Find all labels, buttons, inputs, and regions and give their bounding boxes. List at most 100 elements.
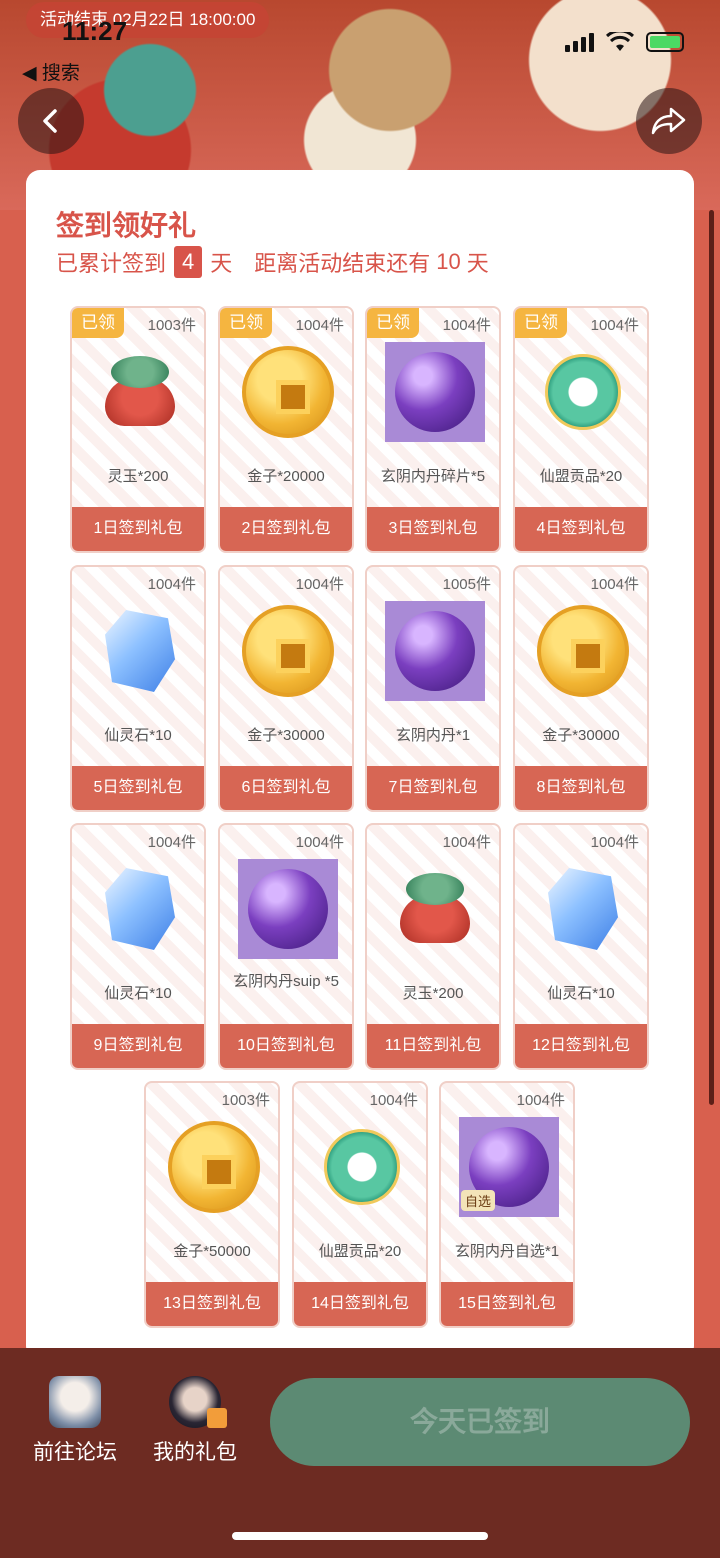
gift-day-label: 9日签到礼包 <box>72 1024 204 1068</box>
claimed-badge: 已领 <box>367 308 419 338</box>
gift-day-label: 14日签到礼包 <box>294 1282 426 1326</box>
gift-stock: 1004件 <box>590 834 639 851</box>
orb-select-icon: 自选 <box>459 1117 559 1217</box>
gift-name: 金子*50000 <box>173 1243 251 1260</box>
gift-stock: 1003件 <box>221 1092 270 1109</box>
my-gifts-button[interactable]: 我的礼包 <box>140 1376 250 1466</box>
gift-card[interactable]: 1004件自选玄阴内丹自选*1 15日签到礼包 <box>439 1081 575 1328</box>
back-button[interactable] <box>18 88 84 154</box>
jade-icon <box>533 342 633 442</box>
gift-stock: 1004件 <box>516 1092 565 1109</box>
gift-stock: 1004件 <box>590 576 639 593</box>
gift-card[interactable]: 已领 1004件玄阴内丹碎片*5 3日签到礼包 <box>365 306 501 553</box>
gift-day-label: 3日签到礼包 <box>367 507 499 551</box>
gift-stock: 1005件 <box>442 576 491 593</box>
gift-card[interactable]: 1005件玄阴内丹*1 7日签到礼包 <box>365 565 501 812</box>
forum-label: 前往论坛 <box>33 1441 117 1464</box>
sign-in-card: 签到领好礼 已累计签到 4 天 距离活动结束还有 10 天 已领 1003件 灵玉*… <box>26 170 694 1360</box>
gift-stock: 1004件 <box>295 834 344 851</box>
bag-icon <box>90 342 190 442</box>
bag-icon <box>385 859 485 959</box>
gift-card[interactable]: 1004件 仙灵石*10 5日签到礼包 <box>70 565 206 812</box>
share-arrow-icon <box>651 107 686 135</box>
gift-card[interactable]: 1004件玄阴内丹suip *5 10日签到礼包 <box>218 823 354 1070</box>
gift-day-label: 4日签到礼包 <box>515 507 647 551</box>
gift-card[interactable]: 已领 1003件 灵玉*200 1日签到礼包 <box>70 306 206 553</box>
gift-day-label: 15日签到礼包 <box>441 1282 573 1326</box>
signed-days-count: 4 <box>174 246 203 278</box>
remaining-days: 10 <box>436 249 461 274</box>
gift-day-label: 13日签到礼包 <box>146 1282 278 1326</box>
gift-stock: 1004件 <box>295 576 344 593</box>
gift-name: 金子*30000 <box>247 727 325 744</box>
gift-stock: 1004件 <box>590 317 639 334</box>
gift-card[interactable]: 已领 1004件仙盟贡品*20 4日签到礼包 <box>513 306 649 553</box>
bottom-bar: 前往论坛 我的礼包 今天已签到 <box>0 1348 720 1558</box>
gift-name: 玄阴内丹自选*1 <box>454 1243 560 1260</box>
gift-day-label: 12日签到礼包 <box>515 1024 647 1068</box>
gift-stock: 1004件 <box>295 317 344 334</box>
coin-icon <box>164 1117 264 1217</box>
status-time: 11:27 <box>62 16 128 46</box>
gift-name: 仙盟贡品*20 <box>539 468 623 485</box>
gift-day-label: 11日签到礼包 <box>367 1024 499 1068</box>
home-indicator <box>232 1532 488 1540</box>
gift-name: 灵玉*200 <box>107 468 169 485</box>
gift-card[interactable]: 1004件 金子*30000 8日签到礼包 <box>513 565 649 812</box>
gift-day-label: 10日签到礼包 <box>220 1024 352 1068</box>
gift-day-label: 6日签到礼包 <box>220 766 352 810</box>
forum-button[interactable]: 前往论坛 <box>20 1376 130 1466</box>
gift-card[interactable]: 已领 1004件 金子*20000 2日签到礼包 <box>218 306 354 553</box>
gift-day-label: 5日签到礼包 <box>72 766 204 810</box>
crystal-icon <box>90 859 190 959</box>
back-to-search-link[interactable]: ◀ 搜索 <box>22 58 80 85</box>
card-title: 签到领好礼 <box>56 210 197 241</box>
claimed-badge: 已领 <box>515 308 567 338</box>
gift-day-label: 1日签到礼包 <box>72 507 204 551</box>
gift-stock: 1004件 <box>442 317 491 334</box>
share-button[interactable] <box>636 88 702 154</box>
gift-stock: 1004件 <box>147 576 196 593</box>
gift-stock: 1004件 <box>442 834 491 851</box>
gift-card[interactable]: 1004件金子*30000 6日签到礼包 <box>218 565 354 812</box>
gift-name: 仙盟贡品*20 <box>318 1243 402 1260</box>
gift-day-label: 2日签到礼包 <box>220 507 352 551</box>
cellular-signal-icon <box>565 33 594 52</box>
gift-day-label: 7日签到礼包 <box>367 766 499 810</box>
gift-name: 玄阴内丹碎片*5 <box>380 468 486 485</box>
crystal-icon <box>90 601 190 701</box>
sign-in-summary: 已累计签到 4 天 距离活动结束还有 10 天 <box>56 246 489 278</box>
jade-icon <box>312 1117 412 1217</box>
gift-card[interactable]: 1003件金子*50000 13日签到礼包 <box>144 1081 280 1328</box>
gift-card[interactable]: 1004件仙盟贡品*20 14日签到礼包 <box>292 1081 428 1328</box>
gift-stock: 1004件 <box>147 834 196 851</box>
gift-card[interactable]: 1004件 仙灵石*10 9日签到礼包 <box>70 823 206 1070</box>
my-gifts-label: 我的礼包 <box>153 1441 237 1464</box>
chevron-left-icon <box>43 109 57 133</box>
signed-days-unit: 天 <box>210 251 233 276</box>
crystal-icon <box>533 859 633 959</box>
gift-name: 仙灵石*10 <box>547 985 615 1002</box>
coin-icon <box>238 342 338 442</box>
signed-today-button[interactable]: 今天已签到 <box>270 1378 690 1466</box>
wifi-icon <box>606 32 634 51</box>
gift-name: 玄阴内丹*1 <box>395 727 471 744</box>
signed-days-prefix: 已累计签到 <box>56 251 167 276</box>
my-gifts-avatar <box>169 1376 227 1428</box>
gift-name: 灵玉*200 <box>402 985 464 1002</box>
status-icons <box>565 32 684 52</box>
gift-name: 玄阴内丹suip *5 <box>233 973 339 990</box>
gift-card[interactable]: 1004件灵玉*200 11日签到礼包 <box>365 823 501 1070</box>
battery-icon <box>646 32 684 52</box>
scrollbar[interactable] <box>709 210 714 1105</box>
gift-card[interactable]: 1004件仙灵石*10 12日签到礼包 <box>513 823 649 1070</box>
forum-avatar <box>49 1376 101 1428</box>
coin-icon <box>533 601 633 701</box>
remaining-unit: 天 <box>466 251 489 276</box>
claimed-badge: 已领 <box>72 308 124 338</box>
orb-icon <box>385 342 485 442</box>
gift-name: 金子*30000 <box>542 727 620 744</box>
gift-name: 金子*20000 <box>247 468 325 485</box>
self-select-tag: 自选 <box>461 1190 496 1211</box>
gift-stock: 1004件 <box>369 1092 418 1109</box>
